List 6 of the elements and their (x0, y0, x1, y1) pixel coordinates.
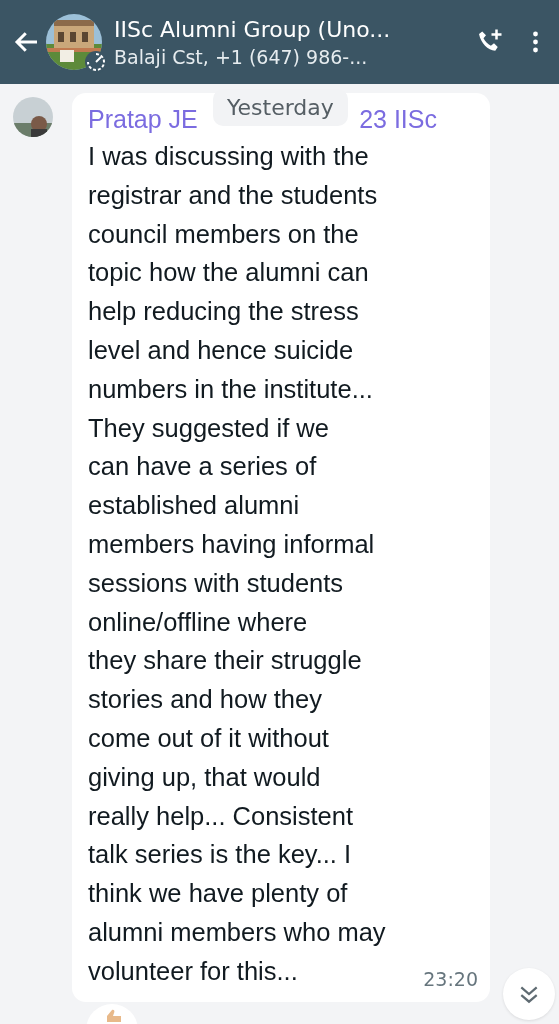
group-members[interactable]: Balaji Cst, +1 (647) 986-... (114, 45, 474, 68)
sender-name[interactable]: 23 IISc (359, 101, 437, 137)
message-text: I was discussing with the registrar and the students council members on the topic how the alumni can help reducing the stress level and hence suicide numbers in the institute... They suggested if we can have a series of established alumni members having informal sessions with students online/offline where they share their struggle stories and how they come out of it without giving up, that would really help... Consistent talk series is the key... I think we have plenty of alumni members who may volunteer for this... (88, 141, 386, 987)
group-title[interactable]: IISc Alumni Group (Uno... (114, 16, 474, 42)
sender-name[interactable]: Pratap JE (88, 101, 198, 137)
message-time: 23:20 (423, 968, 478, 990)
